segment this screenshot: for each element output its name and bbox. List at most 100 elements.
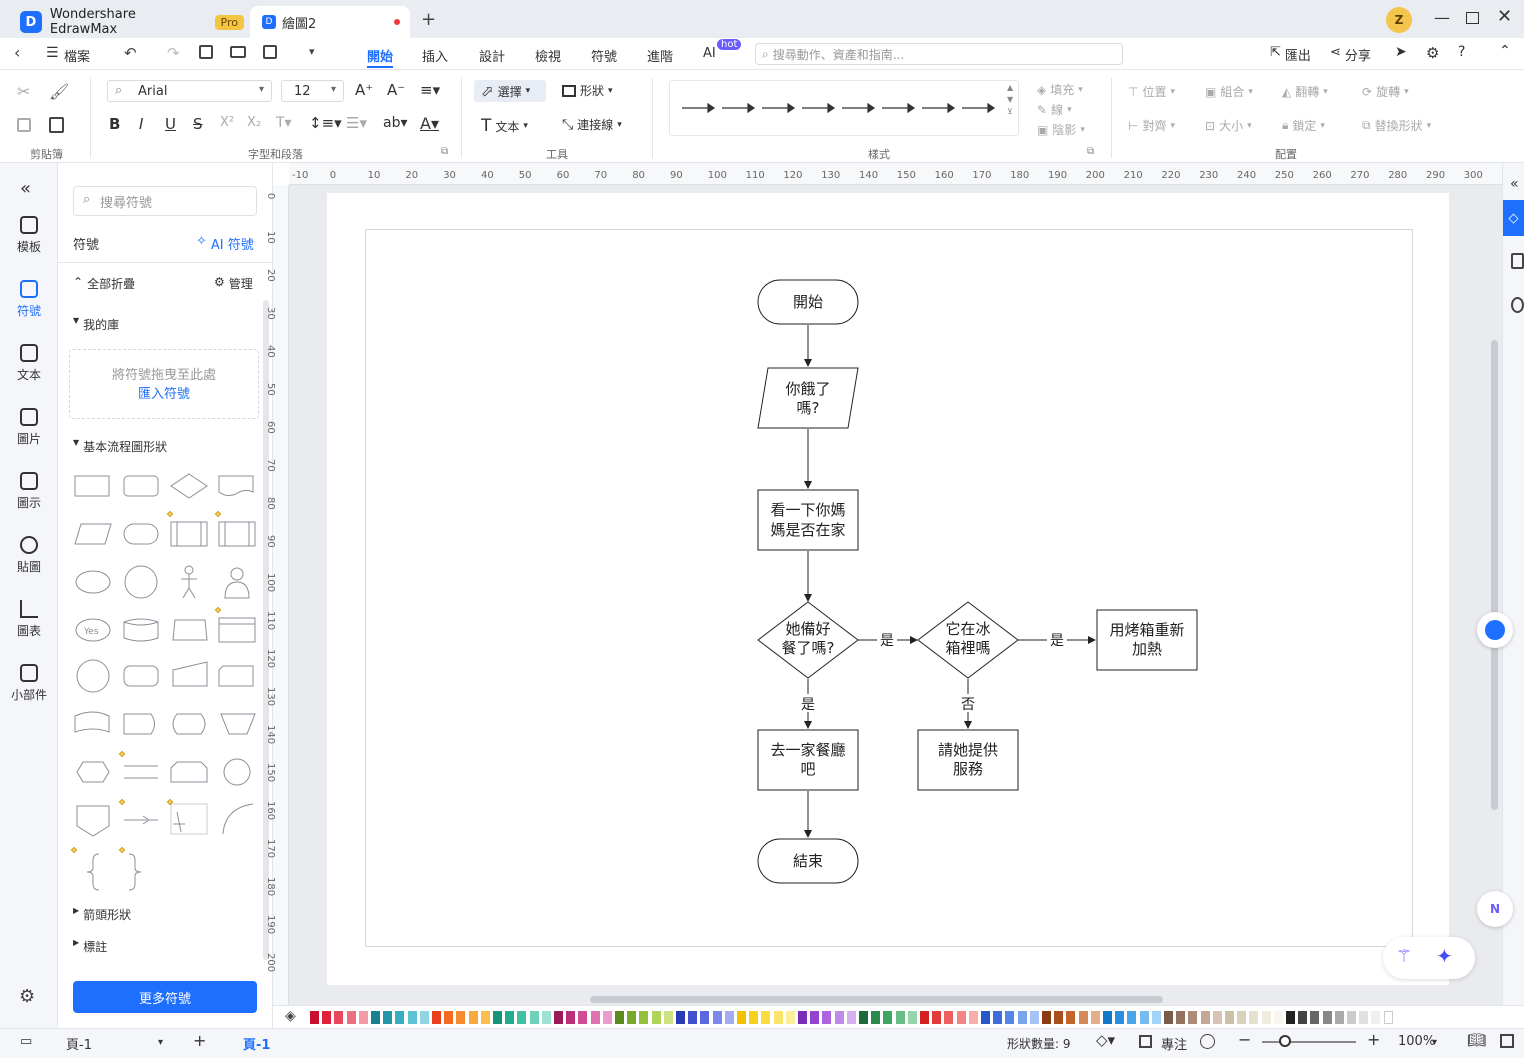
color-swatch[interactable] [871, 1011, 881, 1024]
color-swatch[interactable] [944, 1011, 954, 1024]
color-swatch[interactable] [834, 1011, 844, 1024]
color-swatch[interactable] [383, 1011, 393, 1024]
color-swatch[interactable] [1164, 1011, 1173, 1024]
color-swatch[interactable] [1151, 1011, 1161, 1024]
color-swatch[interactable] [1103, 1011, 1112, 1024]
color-swatch[interactable] [773, 1011, 783, 1024]
vertical-scrollbar[interactable] [1491, 340, 1498, 810]
color-swatch[interactable] [566, 1011, 576, 1024]
color-swatch[interactable] [737, 1011, 746, 1024]
color-swatch[interactable] [468, 1011, 478, 1024]
page-select[interactable]: 頁-1 [66, 1034, 92, 1053]
color-swatch[interactable] [371, 1011, 380, 1024]
color-swatch[interactable] [920, 1011, 929, 1024]
color-swatch[interactable] [907, 1011, 917, 1024]
color-swatch[interactable] [1066, 1011, 1076, 1024]
color-swatch[interactable] [334, 1011, 344, 1024]
color-swatch[interactable] [358, 1011, 368, 1024]
fit-page-icon[interactable] [1500, 1034, 1514, 1048]
color-swatch[interactable] [480, 1011, 490, 1024]
color-swatch[interactable] [395, 1011, 405, 1024]
page-panel-icon[interactable] [1511, 253, 1524, 269]
check-mom-node[interactable] [757, 489, 859, 551]
add-page-icon[interactable]: + [193, 1031, 206, 1050]
color-swatch[interactable] [1273, 1011, 1283, 1024]
zoom-slider-thumb[interactable] [1279, 1035, 1291, 1047]
help-panel-icon[interactable] [1511, 297, 1524, 313]
color-swatch[interactable] [810, 1011, 820, 1024]
horizontal-scrollbar[interactable] [590, 996, 1163, 1003]
color-swatch[interactable] [602, 1011, 612, 1024]
color-swatch[interactable] [529, 1011, 539, 1024]
color-swatch[interactable] [663, 1011, 673, 1024]
color-swatch[interactable] [1225, 1011, 1234, 1024]
color-swatch[interactable] [676, 1011, 685, 1024]
color-swatch[interactable] [724, 1011, 734, 1024]
zoom-chevron-icon[interactable]: ▾ [1432, 1037, 1437, 1048]
page-tab[interactable]: 頁-1 [243, 1034, 270, 1053]
color-swatch[interactable] [1029, 1011, 1039, 1024]
color-swatch[interactable] [493, 1011, 502, 1024]
color-swatch[interactable] [1237, 1011, 1247, 1024]
hungry-node[interactable] [757, 367, 859, 429]
color-swatch[interactable] [346, 1011, 356, 1024]
color-swatch[interactable] [322, 1011, 332, 1024]
color-swatch[interactable] [419, 1011, 429, 1024]
color-swatch[interactable] [1054, 1011, 1064, 1024]
color-swatch[interactable] [407, 1011, 417, 1024]
color-swatch[interactable] [761, 1011, 771, 1024]
color-swatch[interactable] [1261, 1011, 1271, 1024]
zoom-in-icon[interactable]: + [1367, 1030, 1380, 1049]
color-swatch[interactable] [883, 1011, 893, 1024]
color-swatch[interactable] [1127, 1011, 1137, 1024]
fill-bucket-palette-icon[interactable]: ◈ [285, 1008, 296, 1024]
format-panel-icon[interactable]: ◇ [1503, 200, 1524, 236]
color-swatch[interactable] [639, 1011, 649, 1024]
color-swatch[interactable] [956, 1011, 966, 1024]
color-swatch[interactable] [785, 1011, 795, 1024]
focus-icon[interactable] [1139, 1035, 1152, 1048]
color-swatch[interactable] [993, 1011, 1003, 1024]
color-swatch[interactable] [846, 1011, 856, 1024]
color-swatch[interactable] [1212, 1011, 1222, 1024]
color-swatch[interactable] [1359, 1011, 1369, 1024]
color-swatch[interactable] [578, 1011, 588, 1024]
color-swatch[interactable] [1078, 1011, 1088, 1024]
color-swatch[interactable] [700, 1011, 710, 1024]
color-swatch[interactable] [749, 1011, 759, 1024]
focus-label[interactable]: 專注 [1161, 1034, 1187, 1053]
zoom-slider-track[interactable] [1262, 1041, 1356, 1043]
color-swatch[interactable] [505, 1011, 515, 1024]
color-swatch[interactable] [1005, 1011, 1015, 1024]
page-select-chevron-icon[interactable]: ▾ [158, 1037, 163, 1048]
play-icon[interactable] [1200, 1034, 1215, 1049]
color-swatch[interactable] [444, 1011, 454, 1024]
color-swatch[interactable] [968, 1011, 978, 1024]
color-swatch[interactable] [517, 1011, 527, 1024]
color-swatch[interactable] [456, 1011, 466, 1024]
ai-sparkle-icon[interactable]: ✦ [1436, 944, 1453, 968]
color-swatch[interactable] [310, 1011, 319, 1024]
color-swatch[interactable] [1347, 1011, 1356, 1024]
color-swatch[interactable] [859, 1011, 868, 1024]
color-swatch[interactable] [1334, 1011, 1344, 1024]
color-swatch[interactable] [1249, 1011, 1259, 1024]
color-swatch[interactable] [651, 1011, 661, 1024]
color-swatch[interactable] [981, 1011, 990, 1024]
chat-bubble-icon[interactable] [1477, 612, 1513, 648]
color-swatch[interactable] [1371, 1011, 1381, 1024]
book-view-icon[interactable]: 📖︎ [1467, 1031, 1486, 1049]
color-swatch[interactable] [1042, 1011, 1051, 1024]
color-swatch[interactable] [1322, 1011, 1332, 1024]
expand-right-panel-icon[interactable]: « [1510, 176, 1519, 192]
color-swatch[interactable] [1298, 1011, 1308, 1024]
color-swatch[interactable] [1310, 1011, 1320, 1024]
color-swatch[interactable] [932, 1011, 942, 1024]
zoom-out-icon[interactable]: − [1238, 1030, 1251, 1049]
color-swatch[interactable] [541, 1011, 551, 1024]
page-panel-toggle-icon[interactable]: ▭ [20, 1034, 32, 1049]
color-swatch[interactable] [1188, 1011, 1198, 1024]
color-swatch[interactable] [822, 1011, 832, 1024]
color-swatch[interactable] [1200, 1011, 1210, 1024]
color-swatch[interactable] [615, 1011, 624, 1024]
